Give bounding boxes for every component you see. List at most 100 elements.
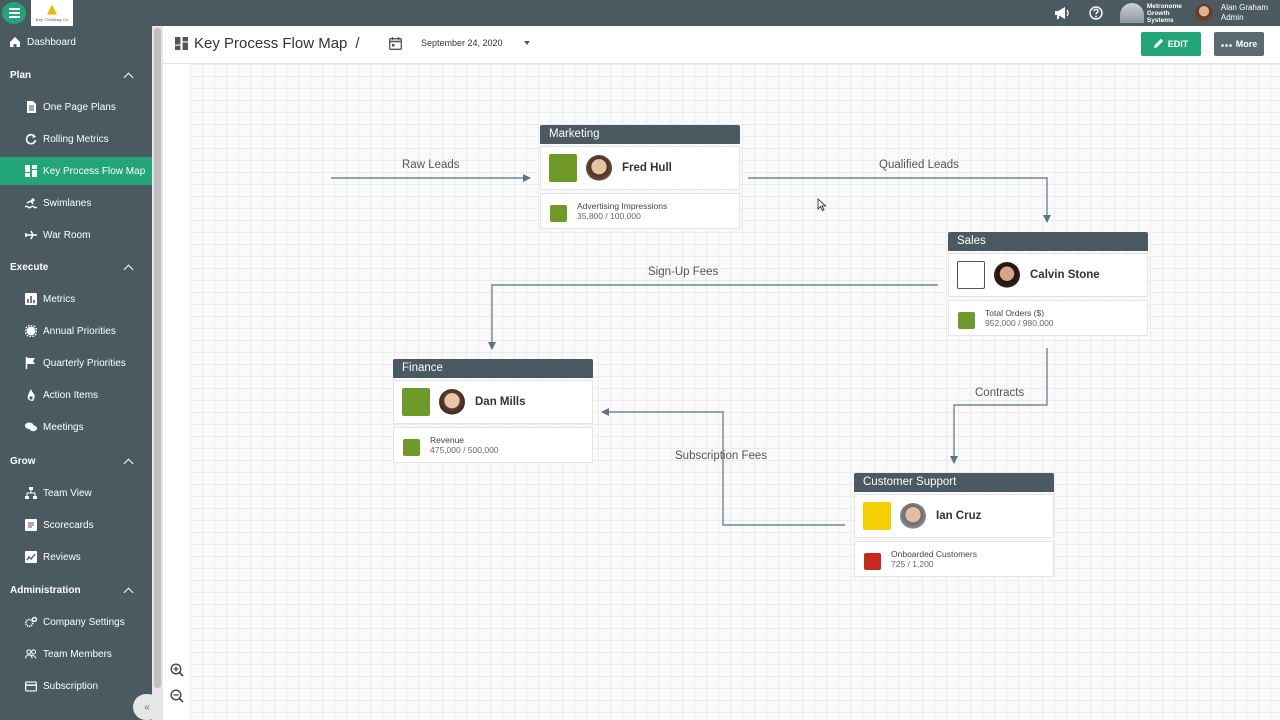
calendar-icon[interactable]	[389, 37, 402, 50]
help-icon[interactable]	[1086, 3, 1106, 23]
sidebar-item-label: Meetings	[43, 421, 84, 433]
sidebar-item-label: Annual Priorities	[43, 325, 116, 337]
caret-down-icon[interactable]	[524, 41, 530, 45]
node-owner[interactable]: Ian Cruz	[854, 494, 1054, 538]
review-icon	[25, 551, 37, 563]
sidebar-item-rolling-metrics[interactable]: Rolling Metrics	[0, 125, 152, 153]
collapse-sidebar-button[interactable]: «	[133, 694, 161, 720]
process-node-sales[interactable]: Sales Calvin Stone Total Orders ($) 952,…	[948, 232, 1148, 336]
edge-label-sign-up-fees: Sign-Up Fees	[648, 266, 719, 278]
edge-label-qualified-leads: Qualified Leads	[879, 159, 959, 171]
document-icon	[25, 101, 37, 113]
sidebar-item-label: War Room	[43, 229, 91, 241]
zoom-out-icon[interactable]	[170, 689, 184, 703]
sidebar-item-annual-priorities[interactable]: Annual Priorities	[0, 317, 152, 345]
more-button[interactable]: More	[1214, 32, 1264, 56]
sidebar-scrollbar[interactable]	[152, 26, 163, 720]
sidebar-item-label: Key Process Flow Map	[43, 165, 146, 177]
metronome-logo-icon	[1119, 3, 1144, 23]
node-owner[interactable]: Calvin Stone	[948, 253, 1148, 297]
metronome-brand[interactable]: Metronome Growth Systems	[1119, 3, 1187, 24]
node-owner[interactable]: Fred Hull	[540, 146, 740, 190]
avatar	[900, 503, 926, 529]
metric-label: Total Orders ($)	[985, 307, 1045, 318]
sidebar-item-label: Company Settings	[43, 616, 125, 628]
sidebar-item-reviews[interactable]: Reviews	[0, 543, 152, 571]
sidebar-item-meetings[interactable]: Meetings	[0, 413, 152, 441]
process-node-finance[interactable]: Finance Dan Mills Revenue 475,000 / 500,…	[393, 359, 593, 463]
section-grow[interactable]: Grow	[0, 447, 152, 475]
more-label: More	[1235, 39, 1258, 49]
dashboard-grid-icon	[175, 37, 188, 50]
section-label: Administration	[10, 584, 81, 596]
top-right-tools: Metronome Growth Systems Alan Graham Adm…	[1052, 0, 1280, 26]
menu-button[interactable]	[2, 2, 26, 24]
metric-status-indicator	[403, 438, 420, 456]
metric-label: Advertising Impressions	[577, 200, 668, 211]
breadcrumb: Key Process Flow Map /	[175, 35, 360, 52]
sidebar-item-label: Quarterly Priorities	[43, 357, 126, 369]
node-title: Finance	[393, 359, 593, 378]
sidebar-item-dashboard[interactable]: Dashboard	[0, 28, 152, 56]
pencil-icon	[1153, 38, 1164, 51]
sidebar-item-label: Subscription	[43, 680, 99, 692]
zoom-in-icon[interactable]	[170, 663, 184, 677]
sidebar-item-label: Reviews	[43, 551, 81, 563]
sidebar-item-label: Scorecards	[43, 519, 94, 531]
edge-label-contracts: Contracts	[975, 387, 1025, 399]
user-menu[interactable]: Alan Graham Admin	[1194, 3, 1268, 23]
metric-value: 952,000 / 980,000	[985, 317, 1054, 328]
sidebar: Dashboard Plan One Page Plans Rolling Me…	[0, 26, 152, 720]
scrollbar-thumb[interactable]	[154, 28, 161, 688]
metric-label: Revenue	[430, 434, 465, 445]
swimmer-icon	[25, 197, 37, 209]
process-node-marketing[interactable]: Marketing Fred Hull Advertising Impressi…	[540, 125, 740, 229]
company-logo[interactable]: Key Clothing Co	[31, 0, 73, 26]
metric-label: Onboarded Customers	[891, 548, 977, 559]
section-plan[interactable]: Plan	[0, 61, 152, 89]
sidebar-item-label: Dashboard	[27, 36, 76, 48]
chevron-up-icon	[123, 458, 134, 468]
sidebar-item-one-page-plans[interactable]: One Page Plans	[0, 93, 152, 121]
section-label: Plan	[10, 69, 32, 81]
metric-value: 35,800 / 100,000	[577, 210, 641, 221]
sidebar-item-swimlanes[interactable]: Swimlanes	[0, 189, 152, 217]
section-execute[interactable]: Execute	[0, 253, 152, 281]
sidebar-item-subscription[interactable]: Subscription	[0, 672, 152, 700]
sidebar-item-quarterly-priorities[interactable]: Quarterly Priorities	[0, 349, 152, 377]
sidebar-item-key-process-flow-map[interactable]: Key Process Flow Map	[0, 157, 152, 185]
scorecard-icon	[25, 519, 37, 531]
cogs-icon	[25, 616, 37, 628]
date-selector[interactable]: September 24, 2020	[421, 38, 503, 48]
sidebar-item-scorecards[interactable]: Scorecards	[0, 511, 152, 539]
process-node-customer-support[interactable]: Customer Support Ian Cruz Onboarded Cust…	[854, 473, 1054, 577]
sidebar-item-label: Swimlanes	[43, 197, 92, 209]
page-title: Key Process Flow Map	[194, 35, 348, 52]
node-metric[interactable]: Onboarded Customers 725 / 1,200	[854, 541, 1054, 577]
sidebar-item-team-view[interactable]: Team View	[0, 479, 152, 507]
metric-status-indicator	[958, 311, 975, 329]
sidebar-item-label: Metrics	[43, 293, 76, 305]
sidebar-item-company-settings[interactable]: Company Settings	[0, 608, 152, 636]
node-metric[interactable]: Revenue 475,000 / 500,000	[393, 427, 593, 463]
node-metric[interactable]: Advertising Impressions 35,800 / 100,000	[540, 193, 740, 229]
megaphone-icon[interactable]	[1052, 3, 1072, 23]
node-metric[interactable]: Total Orders ($) 952,000 / 980,000	[948, 300, 1148, 336]
edit-button[interactable]: EDIT	[1141, 32, 1201, 56]
avatar	[439, 389, 465, 415]
sidebar-item-label: Team Members	[43, 648, 112, 660]
sidebar-item-war-room[interactable]: War Room	[0, 221, 152, 249]
sidebar-item-action-items[interactable]: Action Items	[0, 381, 152, 409]
sidebar-item-team-members[interactable]: Team Members	[0, 640, 152, 668]
sidebar-item-metrics[interactable]: Metrics	[0, 285, 152, 313]
owner-status-indicator	[402, 388, 430, 416]
owner-status-indicator	[863, 502, 891, 530]
node-title: Marketing	[540, 125, 740, 144]
plane-icon	[25, 229, 37, 241]
credit-card-icon	[25, 680, 37, 692]
fire-icon	[25, 389, 37, 401]
sidebar-item-label: Rolling Metrics	[43, 133, 109, 145]
node-owner[interactable]: Dan Mills	[393, 380, 593, 424]
mouse-cursor-icon	[817, 198, 827, 211]
section-administration[interactable]: Administration	[0, 576, 152, 604]
